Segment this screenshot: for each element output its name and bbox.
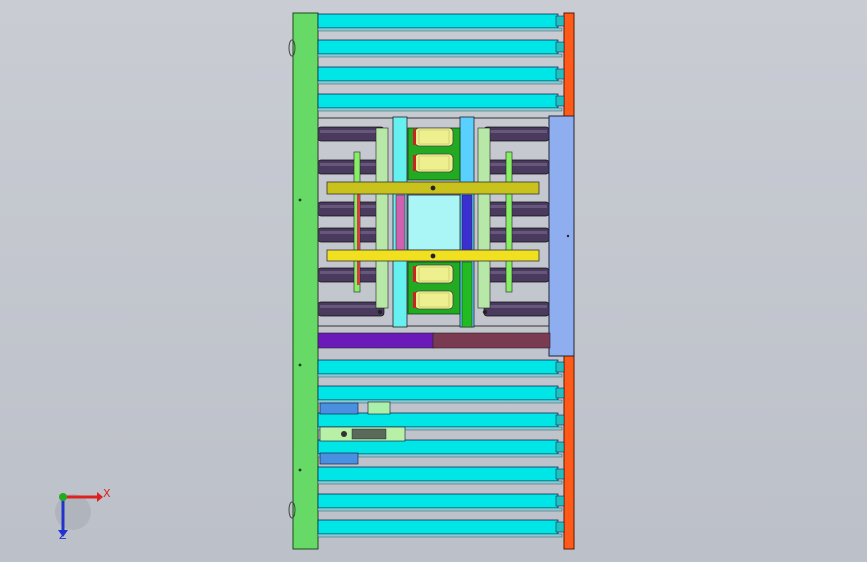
chain-bar-purple[interactable]	[317, 332, 435, 349]
conveyor-roller[interactable]	[317, 466, 559, 482]
transfer-roller[interactable]	[483, 159, 550, 175]
transfer-roller[interactable]	[317, 159, 385, 175]
left-side-frame[interactable]	[292, 12, 319, 550]
roller-highlight	[486, 271, 547, 274]
roller-highlight	[486, 205, 547, 208]
roller-end	[555, 68, 565, 80]
center-rail-violet	[461, 194, 473, 251]
sensor-bracket	[319, 452, 359, 465]
transfer-roller[interactable]	[483, 126, 550, 142]
roller-end	[555, 495, 565, 507]
frame-bolt	[298, 363, 302, 367]
drive-motor[interactable]	[414, 290, 454, 310]
transfer-roller[interactable]	[317, 267, 385, 283]
bearing-bolt	[482, 309, 488, 315]
motor-flange	[413, 292, 416, 308]
roller-highlight	[320, 163, 382, 166]
plate-bolt	[566, 234, 570, 238]
drive-motor[interactable]	[414, 264, 454, 284]
transfer-roller[interactable]	[317, 201, 385, 217]
chain-bar-maroon[interactable]	[432, 332, 551, 349]
transfer-roller[interactable]	[483, 227, 550, 243]
roller-end	[555, 468, 565, 480]
frame-bolt	[298, 468, 302, 472]
roller-end	[555, 521, 565, 533]
roller-end	[555, 414, 565, 426]
conveyor-roller[interactable]	[317, 439, 559, 455]
roller-end	[555, 361, 565, 373]
roller-shaft	[317, 27, 563, 32]
drive-motor[interactable]	[414, 153, 454, 173]
roller-shaft	[317, 507, 563, 512]
roller-highlight	[320, 130, 382, 133]
roller-highlight	[320, 271, 382, 274]
roller-group-bottom	[317, 359, 565, 538]
roller-highlight	[320, 305, 382, 308]
transfer-roller[interactable]	[317, 227, 385, 243]
roller-end	[555, 95, 565, 107]
roller-shaft	[317, 53, 563, 58]
motor-flange	[413, 155, 416, 171]
motor-flange	[413, 129, 416, 145]
roller-highlight	[486, 305, 547, 308]
frame-bolt	[298, 198, 302, 202]
cad-graphics-viewport[interactable]: X Z	[0, 0, 867, 562]
conveyor-roller[interactable]	[317, 66, 559, 82]
roller-conveyor-top-view[interactable]	[0, 0, 867, 562]
sensor-bracket	[319, 402, 359, 415]
conveyor-roller[interactable]	[317, 13, 559, 29]
side-guide-right	[505, 151, 513, 293]
bearing-column-left	[375, 127, 389, 309]
conveyor-roller[interactable]	[317, 39, 559, 55]
roller-shaft	[317, 399, 563, 404]
roller-group-top	[317, 13, 565, 112]
roller-end	[555, 15, 565, 27]
transfer-roller[interactable]	[483, 267, 550, 283]
beam-bolt	[430, 185, 436, 191]
conveyor-roller[interactable]	[317, 93, 559, 109]
roller-end	[555, 387, 565, 399]
gear-motor-shaft	[341, 431, 347, 437]
conveyor-roller[interactable]	[317, 385, 559, 401]
lift-platform[interactable]	[407, 194, 461, 251]
motor-flange	[413, 266, 416, 282]
center-rail-pink	[395, 194, 406, 251]
conveyor-roller[interactable]	[317, 493, 559, 509]
roller-highlight	[320, 205, 382, 208]
triad-z-label: Z	[59, 529, 67, 542]
triad-y-axis	[59, 493, 67, 501]
roller-end	[555, 41, 565, 53]
bearing-column-right	[477, 127, 491, 309]
sensor-block	[367, 401, 391, 415]
center-rail-green	[461, 261, 473, 328]
roller-highlight	[486, 130, 547, 133]
side-guard-plate[interactable]	[548, 115, 575, 357]
roller-shaft	[317, 480, 563, 485]
roller-highlight	[486, 163, 547, 166]
beam-bolt	[430, 253, 436, 259]
roller-shaft	[317, 373, 563, 378]
conveyor-roller[interactable]	[317, 519, 559, 535]
bearing-bolt	[377, 309, 383, 315]
gear-motor-fins	[351, 428, 387, 440]
roller-highlight	[320, 231, 382, 234]
transfer-roller[interactable]	[317, 301, 385, 317]
triad-x-label: X	[103, 487, 111, 500]
conveyor-roller[interactable]	[317, 359, 559, 375]
roller-shaft	[317, 80, 563, 85]
side-guide-left-red	[357, 190, 360, 285]
roller-end	[555, 441, 565, 453]
roller-shaft	[317, 107, 563, 112]
roller-highlight	[486, 231, 547, 234]
transfer-roller[interactable]	[483, 201, 550, 217]
roller-shaft	[317, 533, 563, 538]
drive-motor[interactable]	[414, 127, 454, 147]
transfer-roller[interactable]	[317, 126, 385, 142]
transfer-roller[interactable]	[483, 301, 550, 317]
conveyor-roller[interactable]	[317, 412, 559, 428]
